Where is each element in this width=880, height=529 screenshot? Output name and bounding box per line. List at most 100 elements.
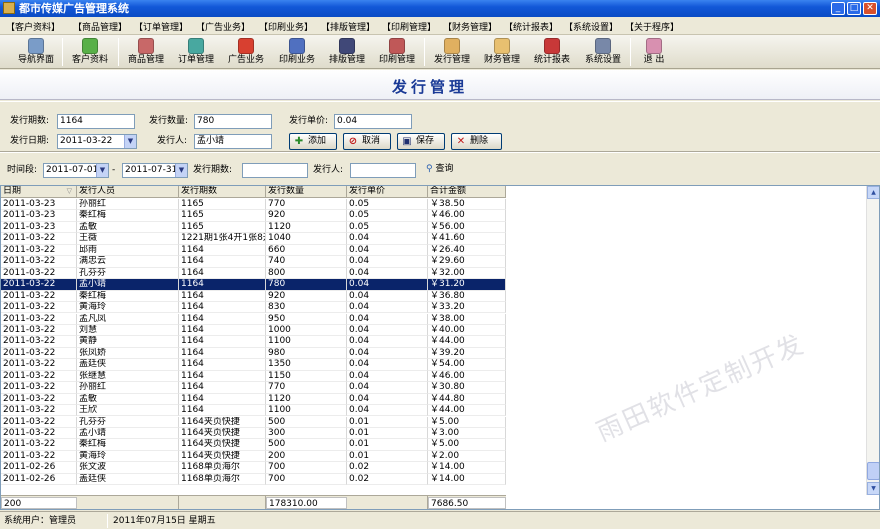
table-row[interactable]: 2011-03-22 孔芬芬 1164 800 0.04 ￥32.00 bbox=[1, 267, 506, 280]
save-button[interactable]: ▣ 保存 bbox=[397, 133, 445, 150]
column-header-issue[interactable]: 发行期数 bbox=[179, 186, 266, 198]
table-row[interactable]: 2011-03-22 黄静 1164 1100 0.04 ￥44.00 bbox=[1, 336, 506, 348]
cell-price: 0.04 bbox=[347, 347, 428, 360]
order-icon bbox=[188, 38, 204, 54]
print-manage-button[interactable]: 印刷管理 bbox=[375, 36, 419, 68]
table-row[interactable]: 2011-03-22 黄海玲 1164 830 0.04 ￥33.20 bbox=[1, 302, 506, 314]
cell-price: 0.04 bbox=[347, 302, 428, 314]
qty-input[interactable]: 780 bbox=[194, 114, 272, 129]
order-button[interactable]: 订单管理 bbox=[174, 36, 218, 68]
cell-issue: 1164 bbox=[179, 267, 266, 280]
to-date-picker[interactable]: 2011-07-31 ▼ bbox=[122, 163, 188, 178]
distribution-icon bbox=[444, 38, 460, 54]
table-row[interactable]: 2011-03-22 张继慧 1164 1150 0.04 ￥46.00 bbox=[1, 370, 506, 383]
table-row[interactable]: 2011-02-26 张文波 1168单页海尔 700 0.02 ￥14.00 bbox=[1, 462, 506, 474]
finance-button[interactable]: 财务管理 bbox=[480, 36, 524, 68]
cell-qty: 740 bbox=[266, 256, 347, 268]
table-row[interactable]: 2011-03-22 秦红梅 1164夹页快捷 500 0.01 ￥5.00 bbox=[1, 439, 506, 451]
filter-issue-input[interactable] bbox=[242, 163, 308, 178]
table-row[interactable]: 2011-03-22 邱雨 1164 660 0.04 ￥26.40 bbox=[1, 244, 506, 257]
exit-button[interactable]: 退 出 bbox=[636, 36, 672, 68]
menu-finance[interactable]: 【财务管理】 bbox=[443, 20, 497, 33]
table-row[interactable]: 2011-03-22 刘慧 1164 1000 0.04 ￥40.00 bbox=[1, 324, 506, 337]
price-input[interactable]: 0.04 bbox=[334, 114, 412, 129]
table-row[interactable]: 2011-03-22 孟小靖 1164夹页快捷 300 0.01 ￥3.00 bbox=[1, 428, 506, 440]
chevron-down-icon[interactable]: ▼ bbox=[124, 135, 136, 148]
menu-reports[interactable]: 【统计报表】 bbox=[504, 20, 558, 33]
settings-button[interactable]: 系统设置 bbox=[581, 36, 625, 68]
scroll-down-icon[interactable]: ▼ bbox=[867, 482, 879, 495]
query-button[interactable]: ⚲ 查询 bbox=[426, 162, 453, 177]
cell-amount: ￥32.00 bbox=[428, 267, 506, 280]
chevron-down-icon[interactable]: ▼ bbox=[96, 164, 108, 177]
table-row[interactable]: 2011-03-22 盖廷侠 1164 1350 0.04 ￥54.00 bbox=[1, 359, 506, 371]
cell-qty: 1350 bbox=[266, 359, 347, 371]
table-row[interactable]: 2011-03-22 王薇 1221期1张4开1张8开 1040 0.04 ￥41.60 bbox=[1, 233, 506, 245]
minimize-button[interactable]: _ bbox=[831, 2, 845, 15]
date-picker[interactable]: 2011-03-22 ▼ bbox=[57, 134, 137, 149]
table-row[interactable]: 2011-03-23 孙丽红 1165 770 0.05 ￥38.50 bbox=[1, 199, 506, 211]
menu-goods[interactable]: 【商品管理】 bbox=[73, 20, 127, 33]
cell-date: 2011-03-22 bbox=[1, 370, 77, 383]
column-header-date[interactable]: 日期 ▽ bbox=[1, 186, 77, 198]
goods-button[interactable]: 商品管理 bbox=[124, 36, 168, 68]
cell-person: 张文波 bbox=[77, 462, 179, 474]
cell-qty: 500 bbox=[266, 439, 347, 451]
cell-issue: 1164 bbox=[179, 256, 266, 268]
table-row[interactable]: 2011-03-22 黄海玲 1164夹页快捷 200 0.01 ￥2.00 bbox=[1, 450, 506, 463]
maximize-button[interactable]: □ bbox=[847, 2, 861, 15]
title-bar: 都市传媒广告管理系统 _ □ ✕ bbox=[0, 0, 880, 17]
menu-orders[interactable]: 【订单管理】 bbox=[134, 20, 188, 33]
menu-advertising[interactable]: 【广告业务】 bbox=[196, 20, 250, 33]
table-row[interactable]: 2011-03-22 孔芬芬 1164夹页快捷 500 0.01 ￥5.00 bbox=[1, 416, 506, 428]
table-row[interactable]: 2011-03-22 张凤娇 1164 980 0.04 ￥39.20 bbox=[1, 347, 506, 360]
cancel-button[interactable]: ⊘ 取消 bbox=[343, 133, 391, 150]
filter-person-input[interactable] bbox=[350, 163, 416, 178]
from-date-picker[interactable]: 2011-07-01 ▼ bbox=[43, 163, 109, 178]
column-header-amount[interactable]: 合计金额 bbox=[428, 186, 506, 198]
add-button[interactable]: ✚ 添加 bbox=[289, 133, 337, 150]
vertical-scrollbar[interactable]: ▲ ▼ bbox=[866, 186, 879, 495]
cell-qty: 1120 bbox=[266, 221, 347, 234]
issue-no-input[interactable]: 1164 bbox=[57, 114, 135, 129]
chevron-down-icon[interactable]: ▼ bbox=[175, 164, 187, 177]
cell-amount: ￥36.80 bbox=[428, 290, 506, 302]
menu-about[interactable]: 【关于程序】 bbox=[625, 20, 679, 33]
layout-button[interactable]: 排版管理 bbox=[325, 36, 369, 68]
delete-button[interactable]: ✕ 删除 bbox=[451, 133, 502, 150]
menu-layout[interactable]: 【排版管理】 bbox=[321, 20, 375, 33]
table-row[interactable]: 2011-02-26 盖廷侠 1168单页海尔 700 0.02 ￥14.00 bbox=[1, 473, 506, 486]
close-button[interactable]: ✕ bbox=[863, 2, 877, 15]
menu-settings[interactable]: 【系统设置】 bbox=[564, 20, 618, 33]
reports-button[interactable]: 统计报表 bbox=[530, 36, 574, 68]
distribution-button[interactable]: 发行管理 bbox=[430, 36, 474, 68]
menu-printing[interactable]: 【印刷管理】 bbox=[382, 20, 436, 33]
table-row[interactable]: 2011-03-22 秦红梅 1164 920 0.04 ￥36.80 bbox=[1, 290, 506, 302]
table-row[interactable]: 2011-03-23 孟敏 1165 1120 0.05 ￥56.00 bbox=[1, 221, 506, 234]
ad-button[interactable]: 广告业务 bbox=[224, 36, 268, 68]
column-header-price[interactable]: 发行单价 bbox=[347, 186, 428, 198]
table-row[interactable]: 2011-03-22 孟凡凤 1164 950 0.04 ￥38.00 bbox=[1, 313, 506, 325]
table-row[interactable]: 2011-03-22 孟小靖 1164 780 0.04 ￥31.20 bbox=[1, 279, 506, 291]
person-input[interactable]: 孟小靖 bbox=[194, 134, 272, 149]
menu-customer[interactable]: 【客户资料】 bbox=[6, 20, 60, 33]
toolbar-separator bbox=[62, 38, 63, 66]
table-row[interactable]: 2011-03-22 满忠云 1164 740 0.04 ￥29.60 bbox=[1, 256, 506, 268]
table-row[interactable]: 2011-03-23 秦红梅 1165 920 0.05 ￥46.00 bbox=[1, 210, 506, 222]
cell-person: 孔芬芬 bbox=[77, 267, 179, 280]
cell-date: 2011-02-26 bbox=[1, 473, 77, 486]
cell-person: 王欣 bbox=[77, 405, 179, 417]
navigation-button[interactable]: 导航界面 bbox=[14, 36, 58, 68]
customer-button[interactable]: 客户资料 bbox=[68, 36, 112, 68]
column-header-qty[interactable]: 发行数量 bbox=[266, 186, 347, 198]
scroll-thumb[interactable] bbox=[867, 462, 879, 480]
print-business-button[interactable]: 印刷业务 bbox=[275, 36, 319, 68]
cell-person: 张继慧 bbox=[77, 370, 179, 383]
scroll-up-icon[interactable]: ▲ bbox=[867, 186, 879, 199]
table-row[interactable]: 2011-03-22 孟敏 1164 1120 0.04 ￥44.80 bbox=[1, 393, 506, 406]
menu-printing-business[interactable]: 【印刷业务】 bbox=[259, 20, 313, 33]
column-header-person[interactable]: 发行人员 bbox=[77, 186, 179, 198]
table-row[interactable]: 2011-03-22 孙丽红 1164 770 0.04 ￥30.80 bbox=[1, 382, 506, 394]
cell-qty: 660 bbox=[266, 244, 347, 257]
table-row[interactable]: 2011-03-22 王欣 1164 1100 0.04 ￥44.00 bbox=[1, 405, 506, 417]
